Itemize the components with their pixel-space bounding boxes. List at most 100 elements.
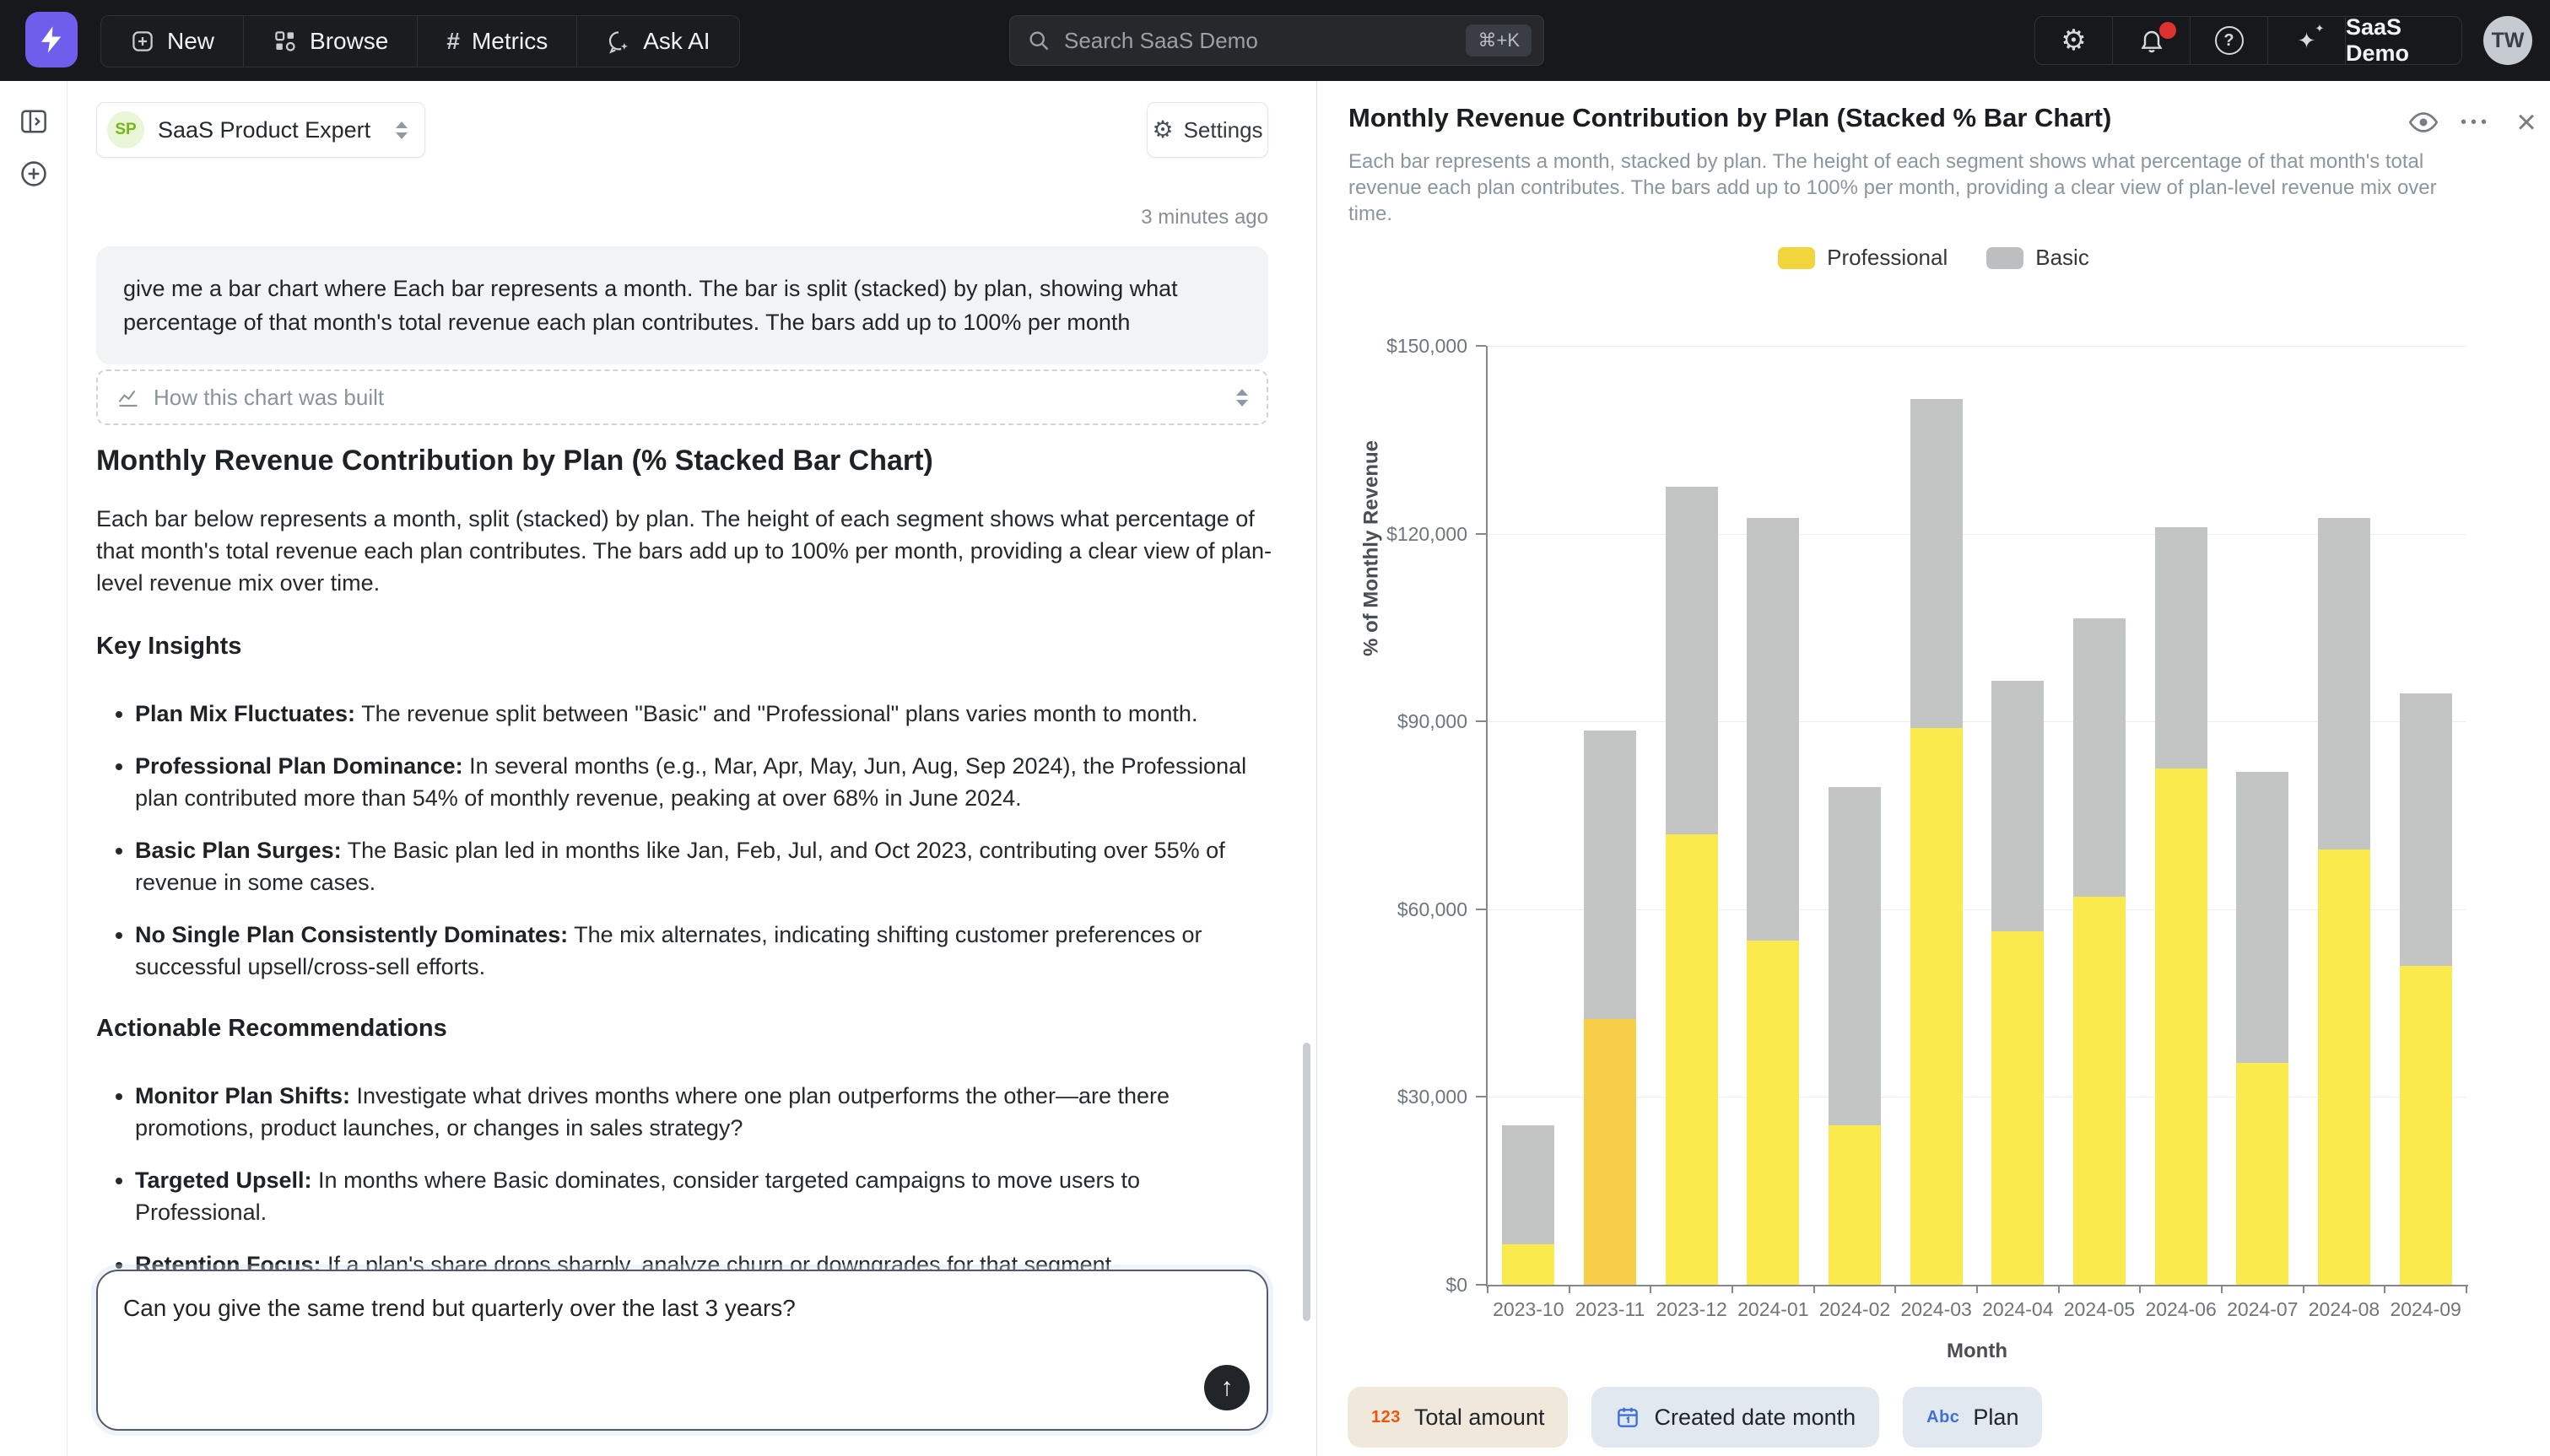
bar-segment-professional[interactable] [1829, 1125, 1881, 1285]
bar-segment-basic[interactable] [1747, 518, 1799, 941]
close-panel-button[interactable]: × [2509, 105, 2544, 140]
send-button[interactable]: ↑ [1204, 1365, 1250, 1410]
legend-item-basic[interactable]: Basic [1986, 245, 2089, 271]
bar-2023-10[interactable] [1502, 1125, 1554, 1285]
bar-segment-basic[interactable] [1584, 731, 1636, 1018]
chip-plan[interactable]: Abc Plan [1903, 1387, 2042, 1448]
x-axis-tick [1732, 1285, 1733, 1293]
bar-2024-03[interactable] [1910, 399, 1963, 1285]
y-axis-tick [1476, 909, 1486, 910]
chart-description: Each bar represents a month, stacked by … [1348, 148, 2439, 227]
recommendations-list: Monitor Plan Shifts: Investigate what dr… [96, 1080, 1278, 1281]
x-axis-tick [2058, 1285, 2060, 1293]
notifications-button[interactable] [2113, 17, 2191, 64]
bar-segment-basic[interactable] [1829, 787, 1881, 1125]
search-shortcut-badge: ⌘+K [1466, 24, 1532, 57]
gridline [1488, 346, 2466, 347]
org-switcher[interactable]: SaaS Demo [2346, 17, 2461, 64]
how-built-label: How this chart was built [154, 385, 1224, 411]
bar-segment-professional[interactable] [2318, 849, 2370, 1285]
bar-2024-07[interactable] [2236, 772, 2288, 1285]
legend-item-professional[interactable]: Professional [1778, 245, 1948, 271]
bar-2024-08[interactable] [2318, 518, 2370, 1285]
new-thread-button[interactable] [15, 155, 52, 192]
y-axis-label: $90,000 [1299, 710, 1467, 733]
how-chart-built-expander[interactable]: How this chart was built [96, 369, 1268, 425]
metrics-button-label: Metrics [472, 28, 548, 55]
more-options-button[interactable]: ••• [2458, 105, 2493, 140]
list-item: No Single Plan Consistently Dominates: T… [135, 919, 1278, 983]
bar-segment-basic[interactable] [2073, 618, 2126, 897]
search-input[interactable] [1064, 28, 1466, 54]
bar-segment-professional[interactable] [2236, 1063, 2288, 1285]
bar-segment-professional[interactable] [1502, 1244, 1554, 1285]
agent-selector[interactable]: SP SaaS Product Expert [96, 102, 425, 158]
bar-2024-06[interactable] [2155, 527, 2207, 1285]
chevron-updown-icon [1236, 389, 1248, 407]
bar-2023-11[interactable] [1584, 731, 1636, 1285]
bar-segment-basic[interactable] [1910, 399, 1963, 728]
y-axis-tick [1476, 720, 1486, 722]
chip-total-amount[interactable]: 123 Total amount [1348, 1387, 1568, 1448]
legend-swatch-professional [1778, 247, 1815, 269]
x-axis-label: 2024-04 [1977, 1298, 2059, 1321]
app-logo[interactable] [25, 12, 78, 67]
search-icon [1027, 29, 1051, 52]
bar-segment-basic[interactable] [1502, 1125, 1554, 1244]
bar-segment-basic[interactable] [1991, 681, 2044, 931]
x-axis-tick [2466, 1285, 2467, 1293]
message-timestamp: 3 minutes ago [96, 206, 1268, 229]
chip-created-date-month[interactable]: Created date month [1591, 1387, 1879, 1448]
y-axis-tick [1476, 1284, 1486, 1286]
bar-segment-professional[interactable] [1747, 941, 1799, 1285]
bar-2024-02[interactable] [1829, 787, 1881, 1285]
bar-segment-basic[interactable] [1666, 487, 1718, 834]
bar-segment-professional[interactable] [2155, 768, 2207, 1285]
preview-eye-button[interactable] [2406, 105, 2441, 140]
settings-gear-button[interactable]: ⚙ [2035, 17, 2113, 64]
ask-ai-button-label: Ask AI [643, 28, 710, 55]
bar-segment-professional[interactable] [1991, 931, 2044, 1285]
ai-sparkles-button[interactable]: ✦✦ [2268, 17, 2346, 64]
new-button[interactable]: New [101, 16, 244, 67]
bar-segment-basic[interactable] [2155, 527, 2207, 768]
bar-2024-09[interactable] [2400, 693, 2452, 1285]
chat-sparkle-icon [606, 29, 631, 54]
browse-button[interactable]: Browse [244, 16, 418, 67]
bar-segment-professional[interactable] [1666, 834, 1718, 1285]
bar-2024-05[interactable] [2073, 618, 2126, 1285]
bar-segment-basic[interactable] [2400, 693, 2452, 966]
user-avatar[interactable]: TW [2483, 16, 2532, 65]
bar-segment-professional[interactable] [2400, 966, 2452, 1285]
bar-segment-basic[interactable] [2318, 518, 2370, 849]
toggle-sidebar-button[interactable] [15, 103, 52, 140]
chip-label: Total amount [1414, 1405, 1545, 1431]
assistant-response: Monthly Revenue Contribution by Plan (% … [96, 445, 1278, 1410]
nav-button-group: New Browse # Metrics Ask AI [100, 15, 740, 67]
x-axis-tick [1894, 1285, 1896, 1293]
section-heading-insights: Key Insights [96, 633, 1278, 661]
chevron-updown-icon [396, 121, 408, 139]
bar-2024-01[interactable] [1747, 518, 1799, 1285]
global-search[interactable]: ⌘+K [1009, 15, 1544, 66]
ask-ai-button[interactable]: Ask AI [577, 16, 738, 67]
help-button[interactable]: ? [2191, 17, 2268, 64]
bar-segment-professional[interactable] [1910, 728, 1963, 1285]
bar-segment-professional[interactable] [2073, 897, 2126, 1285]
x-axis-label: 2024-08 [2304, 1298, 2385, 1321]
bar-segment-basic[interactable] [2236, 772, 2288, 1063]
hash-icon: # [446, 28, 460, 55]
metrics-button[interactable]: # Metrics [418, 16, 577, 67]
agent-settings-button[interactable]: ⚙ Settings [1147, 102, 1268, 158]
left-rail [0, 81, 68, 1456]
gear-icon: ⚙ [2061, 26, 2086, 55]
calendar-icon [1615, 1405, 1640, 1430]
chat-input-field[interactable]: Can you give the same trend but quarterl… [98, 1271, 1267, 1429]
chart-line-icon [116, 386, 140, 409]
y-axis-tick [1476, 533, 1486, 535]
x-axis-label: 2024-06 [2140, 1298, 2222, 1321]
bar-2023-12[interactable] [1666, 487, 1718, 1285]
plus-circle-icon [19, 159, 48, 188]
bar-2024-04[interactable] [1991, 681, 2044, 1285]
bar-segment-professional[interactable] [1584, 1019, 1636, 1285]
